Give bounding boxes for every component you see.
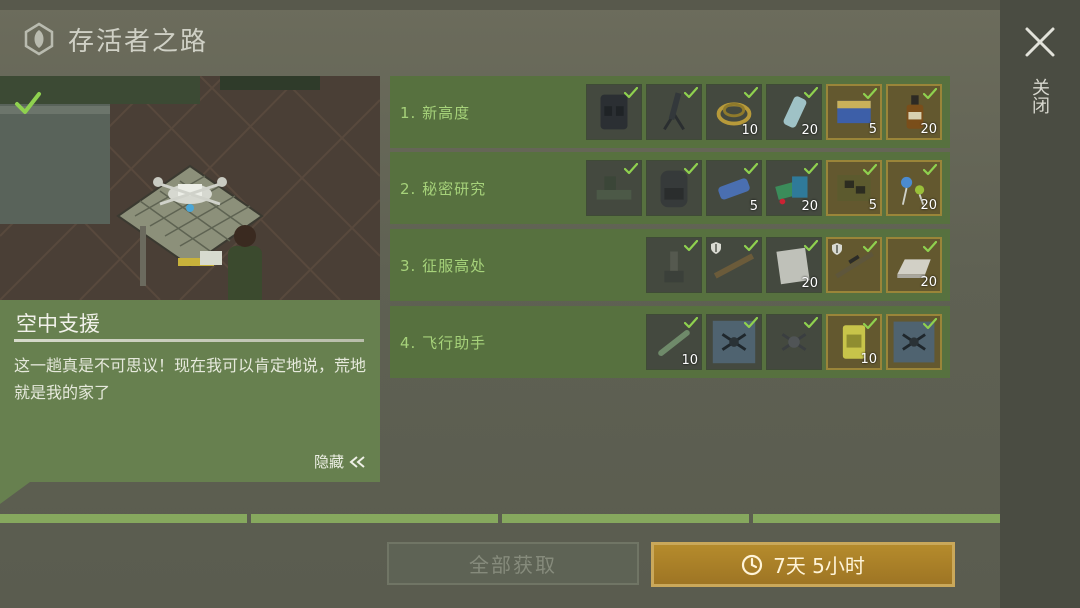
check-icon [923, 164, 937, 176]
reward-items: 10 20 5 20 [586, 84, 942, 140]
shield-icon [832, 243, 842, 255]
stage-row-4: 4. 飞行助手 10 10 [390, 306, 950, 378]
top-strip [0, 0, 1000, 10]
title-divider [14, 339, 364, 342]
story-panel: 空中支援 这一趟真是不可思议！现在我可以肯定地说，荒地就是我的家了 隐藏 [0, 76, 380, 482]
check-icon [744, 163, 758, 175]
check-icon [923, 241, 937, 253]
check-icon [744, 240, 758, 252]
reward-item[interactable]: 5 [826, 84, 882, 140]
stage-label: 3. 征服高处 [400, 256, 487, 275]
progress-segment [753, 514, 1000, 523]
reward-item[interactable] [586, 84, 642, 140]
close-label[interactable]: 关闭 [1028, 78, 1050, 114]
progress-segment [0, 514, 247, 523]
check-icon [923, 318, 937, 330]
clock-icon [741, 554, 763, 575]
reward-item[interactable]: 20 [766, 160, 822, 216]
story-text: 这一趟真是不可思议！现在我可以肯定地说，荒地就是我的家了 [14, 356, 367, 402]
reward-item[interactable] [646, 84, 702, 140]
hide-label: 隐藏 [313, 453, 344, 471]
reward-item[interactable] [706, 314, 762, 370]
shield-icon [711, 242, 721, 254]
reward-item[interactable]: 20 [886, 237, 942, 293]
header: 存活者之路 [0, 14, 600, 64]
check-icon [684, 163, 698, 175]
reward-item[interactable]: 10 [706, 84, 762, 140]
stage-label: 1. 新高度 [400, 103, 471, 122]
right-bar: 关闭 [1000, 0, 1080, 608]
stage-row-3: 3. 征服高处 20 20 [390, 229, 950, 301]
reward-item[interactable]: 20 [766, 84, 822, 140]
claim-all-button[interactable]: 全部获取 [387, 542, 639, 585]
stage-row-2: 2. 秘密研究 5 20 5 20 [390, 152, 950, 224]
check-icon [684, 240, 698, 252]
check-icon [863, 88, 877, 100]
item-quantity: 5 [868, 122, 877, 137]
reward-item[interactable] [586, 160, 642, 216]
reward-item[interactable] [826, 237, 882, 293]
reward-item[interactable]: 20 [766, 237, 822, 293]
story-scene [0, 76, 380, 300]
item-quantity: 20 [801, 276, 818, 291]
check-icon [923, 88, 937, 100]
item-quantity: 20 [920, 122, 937, 137]
check-icon [744, 317, 758, 329]
stage-label: 2. 秘密研究 [400, 179, 487, 198]
check-icon [804, 317, 818, 329]
reward-item[interactable] [646, 160, 702, 216]
story-title: 空中支援 [16, 312, 100, 336]
reward-item[interactable] [646, 237, 702, 293]
reward-item[interactable] [766, 314, 822, 370]
reward-item[interactable]: 10 [826, 314, 882, 370]
item-quantity: 20 [801, 199, 818, 214]
panel-fold [0, 482, 30, 504]
item-quantity: 20 [920, 275, 937, 290]
close-icon[interactable] [1022, 24, 1058, 60]
reward-item[interactable]: 20 [886, 84, 942, 140]
story-illustration [0, 76, 380, 300]
check-icon [624, 87, 638, 99]
reward-items: 10 10 [646, 314, 942, 370]
check-icon [804, 240, 818, 252]
reward-item[interactable]: 10 [646, 314, 702, 370]
check-icon [684, 317, 698, 329]
stage-row-1: 1. 新高度 10 20 5 20 [390, 76, 950, 148]
emblem-icon [24, 22, 54, 56]
completed-check-icon [15, 92, 41, 114]
check-icon [804, 163, 818, 175]
reward-item[interactable] [706, 237, 762, 293]
reward-item[interactable]: 20 [886, 160, 942, 216]
hide-button[interactable]: 隐藏 [314, 451, 366, 472]
check-icon [684, 87, 698, 99]
item-quantity: 10 [860, 352, 877, 367]
check-icon [863, 164, 877, 176]
stage-label: 4. 飞行助手 [400, 333, 487, 352]
item-quantity: 10 [741, 123, 758, 138]
timer-label: 7天 5小时 [773, 554, 865, 578]
item-quantity: 5 [749, 199, 758, 214]
progress-segment [502, 514, 749, 523]
reward-items: 5 20 5 20 [586, 160, 942, 216]
check-icon [804, 87, 818, 99]
check-icon [863, 241, 877, 253]
reward-item[interactable]: 5 [706, 160, 762, 216]
reward-items: 20 20 [646, 237, 942, 293]
check-icon [744, 87, 758, 99]
reward-item[interactable]: 5 [826, 160, 882, 216]
check-icon [624, 163, 638, 175]
timer-button[interactable]: 7天 5小时 [651, 542, 955, 587]
double-chevron-left-icon [349, 455, 365, 468]
item-quantity: 20 [920, 198, 937, 213]
item-quantity: 5 [868, 198, 877, 213]
progress-bar [0, 514, 1000, 523]
check-icon [863, 318, 877, 330]
item-quantity: 20 [801, 123, 818, 138]
item-quantity: 10 [681, 353, 698, 368]
progress-segment [251, 514, 498, 523]
page-title: 存活者之路 [68, 26, 209, 57]
reward-item[interactable] [886, 314, 942, 370]
